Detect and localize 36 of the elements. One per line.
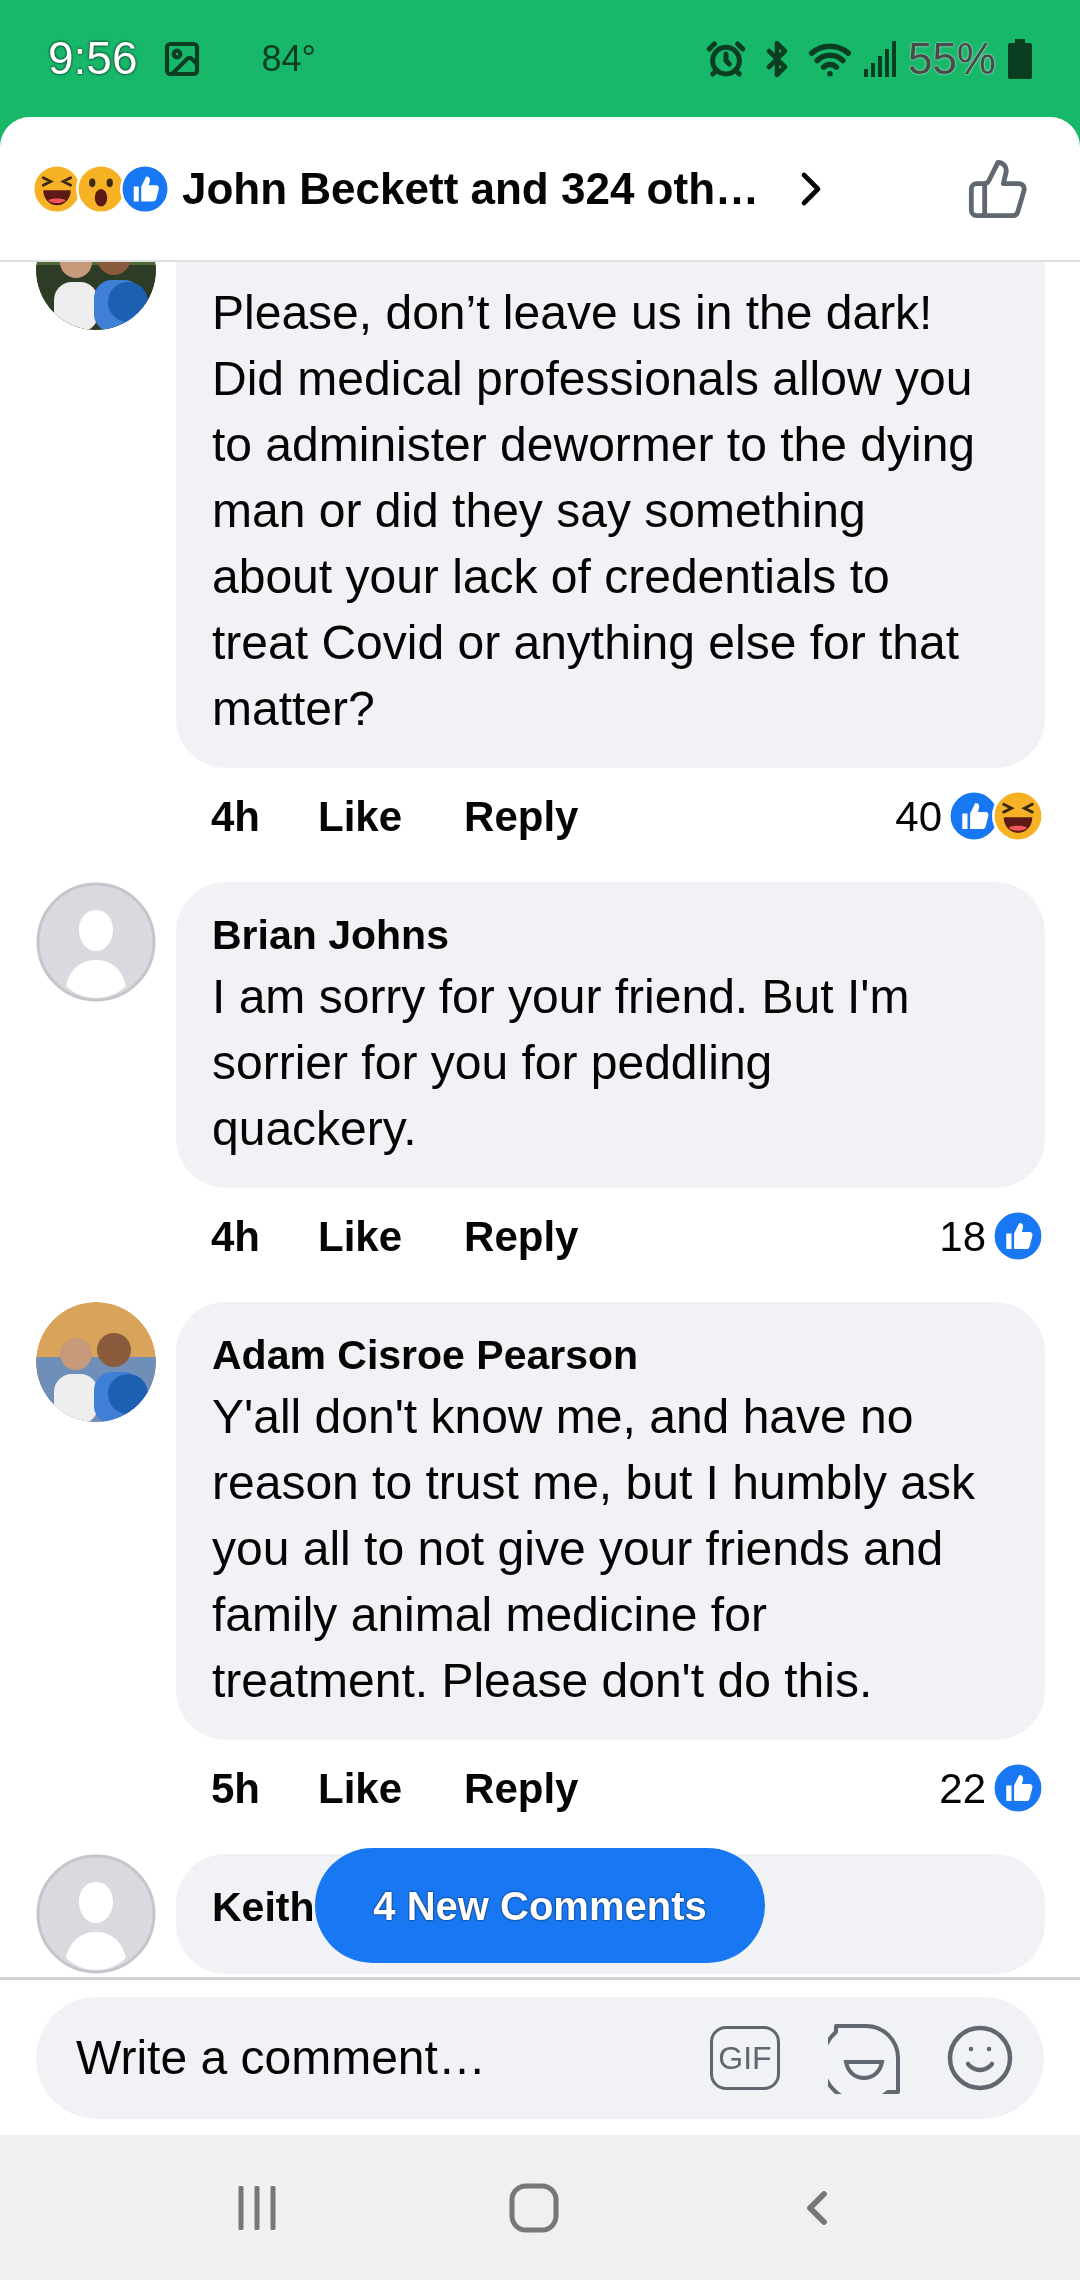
new-comments-button[interactable]: 4 New Comments [315,1848,765,1963]
comment-text: I am sorry for your friend. But I'm sorrier for you for peddling quackery. [212,969,911,1157]
like-reaction-icon [992,1210,1044,1262]
alarm-icon [705,38,746,79]
default-avatar-icon [36,1854,156,1974]
reaction-count[interactable]: 18 [939,1204,986,1268]
comment-text: Please, don’t leave us in the dark! Did medical professionals allow you to administer dewormer to the dying man or did they say something about your lack of credentials to treat Covid or anything else for that matter? [212,285,977,737]
status-time: 9:56 [48,31,138,86]
reply-link[interactable]: Reply [464,784,579,848]
sticker-icon[interactable] [828,2021,900,2094]
reply-link[interactable]: Reply [464,1204,579,1268]
laughing-reaction-icon [992,790,1044,842]
like-reaction-icon [120,163,170,214]
reaction-count[interactable]: 22 [939,1756,986,1820]
battery-percent: 55% [907,32,996,85]
battery-icon [1008,38,1032,79]
reaction-count[interactable]: 40 [895,784,942,848]
like-link[interactable]: Like [318,784,403,848]
comment-author[interactable]: Adam Cisroe Pearson [212,1326,639,1384]
comment-author[interactable]: Brian Johns [212,906,449,964]
reply-link[interactable]: Reply [464,1756,579,1820]
signal-icon [863,40,896,77]
reactions-summary-link[interactable]: John Beckett and 324 oth… [182,155,759,222]
default-avatar-icon [36,882,156,1002]
temperature: 84° [261,36,316,81]
comment-text: Y'all don't know me, and have no reason to trust me, but I humbly ask you all to not give your friends and family animal medicine for treatment. Please don't do this. [212,1389,976,1709]
like-link[interactable]: Like [318,1204,403,1268]
home-icon[interactable] [509,2182,559,2233]
comment-time: 4h [211,791,260,842]
comment-time: 5h [211,1763,260,1814]
like-reaction-icon [992,1762,1044,1814]
like-link[interactable]: Like [318,1756,403,1820]
gif-button[interactable]: GIF [710,2025,780,2090]
comment-field[interactable]: Write a comment… GIF [36,1996,1044,2119]
comment-time: 4h [211,1211,260,1262]
comment-author[interactable]: Keith [212,1878,315,1936]
